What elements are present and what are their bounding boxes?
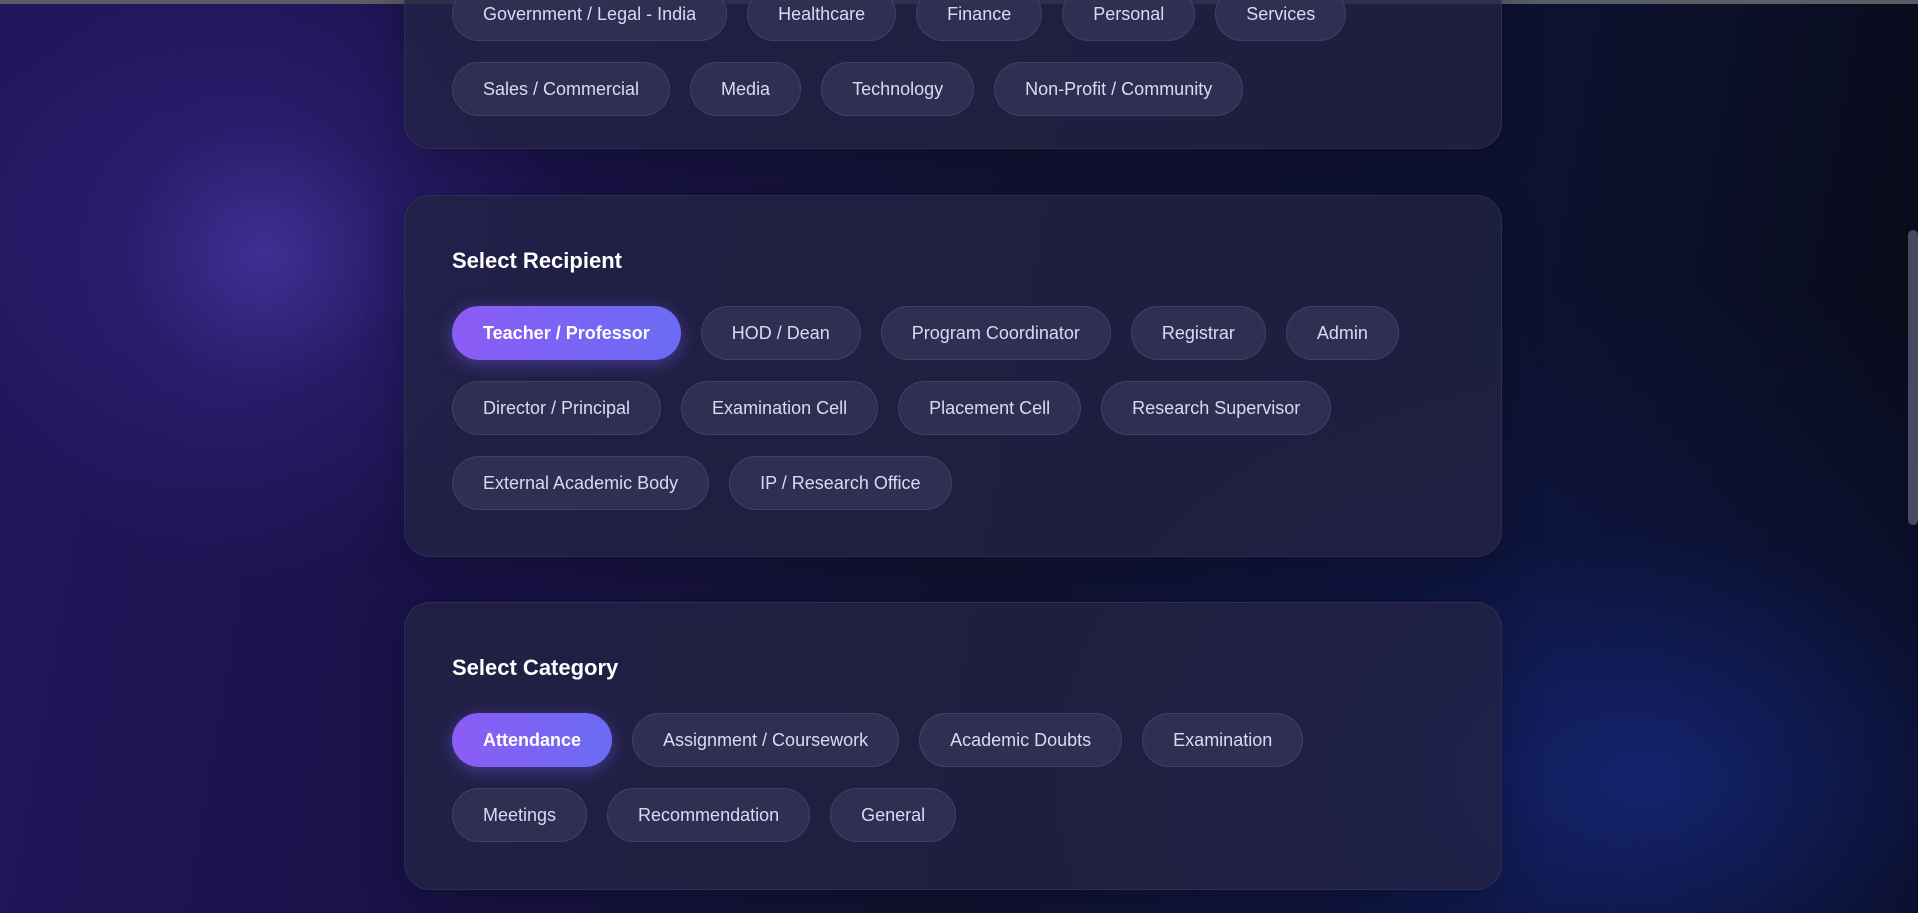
recipient-chip-list: Teacher / Professor HOD / Dean Program Coo… [452, 306, 1454, 510]
recipient-chip[interactable]: Director / Principal [452, 381, 662, 435]
recipient-chip[interactable]: External Academic Body [452, 456, 710, 510]
recipient-chip[interactable]: Examination Cell [681, 381, 879, 435]
recipient-chip[interactable]: Program Coordinator [880, 306, 1111, 360]
recipient-panel: Select Recipient Teacher / Professor HOD … [404, 195, 1502, 557]
industry-chip[interactable]: Finance [916, 0, 1043, 41]
category-chip-list: Attendance Assignment / Coursework Academi… [452, 713, 1454, 842]
industry-panel: Government / Legal - India Healthcare Fi… [404, 0, 1502, 149]
category-panel: Select Category Attendance Assignment / C… [404, 602, 1502, 890]
category-chip[interactable]: Assignment / Coursework [632, 713, 900, 767]
industry-chip[interactable]: Personal [1062, 0, 1196, 41]
industry-chip[interactable]: Healthcare [747, 0, 897, 41]
recipient-panel-title: Select Recipient [452, 248, 622, 273]
industry-chip[interactable]: Services [1215, 0, 1347, 41]
category-chip[interactable]: Examination [1142, 713, 1304, 767]
category-chip[interactable]: Recommendation [607, 788, 811, 842]
recipient-chip[interactable]: HOD / Dean [700, 306, 861, 360]
recipient-chip[interactable]: Admin [1285, 306, 1399, 360]
category-chip[interactable]: Academic Doubts [919, 713, 1123, 767]
industry-chip[interactable]: Sales / Commercial [452, 62, 671, 116]
category-chip[interactable]: Meetings [452, 788, 588, 842]
industry-chip[interactable]: Non-Profit / Community [994, 62, 1244, 116]
industry-chip-list: Government / Legal - India Healthcare Fi… [452, 0, 1454, 116]
industry-chip[interactable]: Media [690, 62, 802, 116]
industry-chip[interactable]: Technology [821, 62, 975, 116]
recipient-chip-selected[interactable]: Teacher / Professor [452, 306, 681, 360]
category-chip[interactable]: General [830, 788, 957, 842]
category-panel-title: Select Category [452, 655, 619, 680]
industry-chip[interactable]: Government / Legal - India [452, 0, 728, 41]
recipient-chip[interactable]: Registrar [1130, 306, 1266, 360]
recipient-chip[interactable]: IP / Research Office [729, 456, 952, 510]
recipient-chip[interactable]: Research Supervisor [1101, 381, 1332, 435]
page-scrollbar-thumb[interactable] [1908, 230, 1918, 525]
category-chip-selected[interactable]: Attendance [452, 713, 613, 767]
recipient-chip[interactable]: Placement Cell [898, 381, 1082, 435]
